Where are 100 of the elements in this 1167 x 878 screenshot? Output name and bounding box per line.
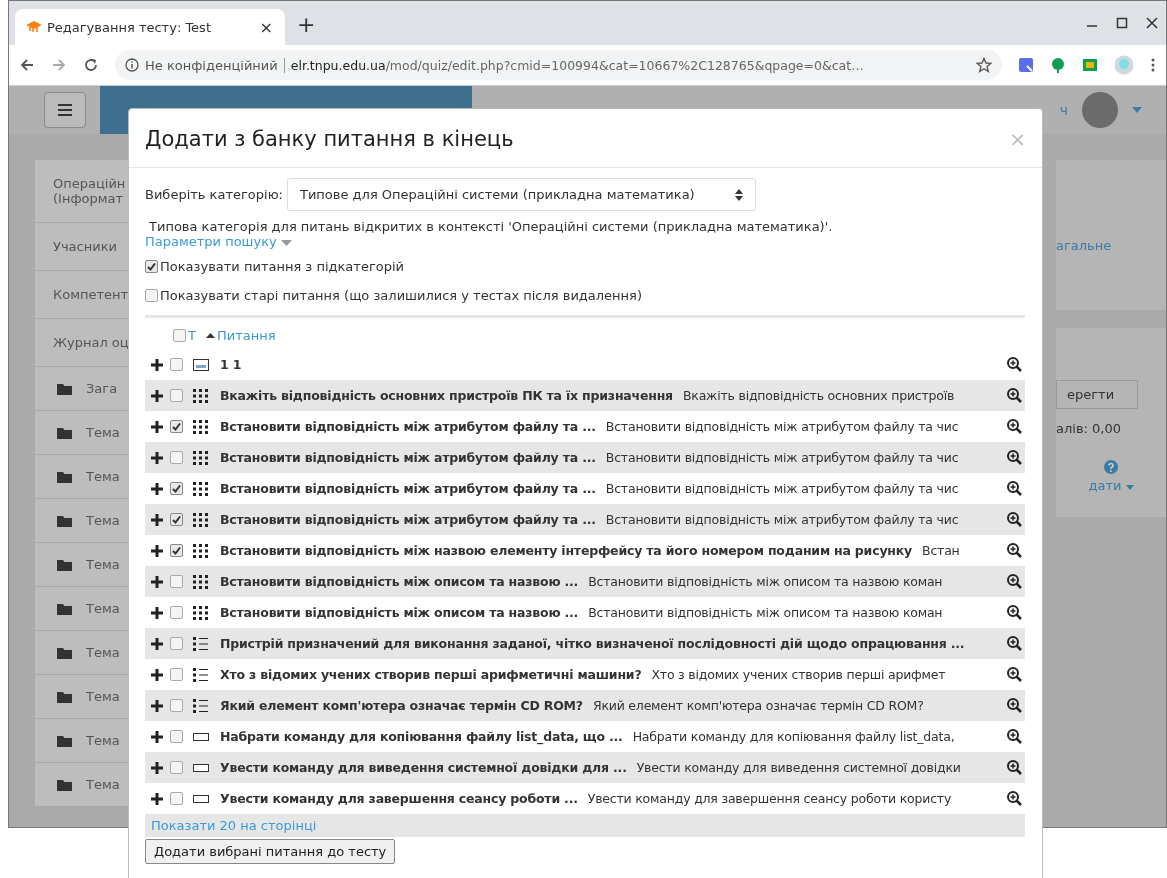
add-icon[interactable] (151, 668, 163, 681)
checkbox[interactable] (170, 699, 183, 712)
mortarboard-icon (27, 21, 41, 33)
question-row[interactable]: Встановити відповідність між атрибутом файлу та ... Встановити відповідність між атрибутом файлу та чис (145, 504, 1025, 535)
question-row[interactable]: Встановити відповідність між атрибутом файлу та ... Встановити відповідність між атрибутом файлу та чис (145, 473, 1025, 504)
checkbox[interactable] (170, 668, 183, 681)
checkbox[interactable] (170, 575, 183, 588)
question-row[interactable]: Встановити відповідність між назвою елементу інтерфейсу та його номером поданим на рисунку Встан (145, 535, 1025, 566)
zoom-in-icon[interactable] (1007, 481, 1022, 496)
text-field-icon (193, 794, 209, 803)
add-icon[interactable] (151, 637, 163, 650)
question-row[interactable]: Який елемент комп'ютера означає термін CD ROM? Який елемент комп'ютера означає термін CD ROM? (145, 690, 1025, 721)
zoom-in-icon[interactable] (1007, 419, 1022, 434)
folder-icon (57, 778, 72, 791)
zoom-in-icon[interactable] (1007, 450, 1022, 465)
zoom-in-icon[interactable] (1007, 543, 1022, 558)
question-row[interactable]: Встановити відповідність між атрибутом файлу та ... Встановити відповідність між атрибутом файлу та чис (145, 442, 1025, 473)
add-icon[interactable] (151, 358, 163, 371)
checkbox[interactable] (170, 451, 183, 464)
add-icon[interactable] (151, 451, 163, 464)
add-icon[interactable] (151, 513, 163, 526)
category-info: Типова категорія для питань відкритих в контексті 'Операційні системи (прикладна математика)'. (148, 218, 834, 234)
zoom-in-icon[interactable] (1007, 729, 1022, 744)
zoom-in-icon[interactable] (1007, 760, 1022, 775)
add-icon[interactable] (151, 575, 163, 588)
checkbox[interactable] (170, 792, 183, 805)
zoom-in-icon[interactable] (1007, 388, 1022, 403)
question-text: Набрати команду для копіювання файлу list_data, (632, 729, 955, 744)
help-icon[interactable] (1104, 460, 1118, 474)
maximize-icon[interactable] (1116, 17, 1128, 29)
add-icon[interactable] (151, 761, 163, 774)
image-icon (193, 358, 209, 371)
question-name: Увести команду для завершення сеансу роботи ... (220, 791, 578, 806)
select-all-checkbox[interactable] (173, 329, 186, 342)
zoom-in-icon[interactable] (1007, 605, 1022, 620)
dialog-title: Додати з банку питання в кінець (145, 127, 514, 151)
checkbox[interactable] (170, 544, 183, 557)
folder-icon (57, 602, 72, 615)
checkbox[interactable] (170, 420, 183, 433)
checkbox[interactable] (145, 259, 158, 273)
question-row[interactable]: Увести команду для завершення сеансу роботи ... Увести команду для завершення сеансу роботи користу (145, 783, 1025, 814)
address-bar[interactable]: Не конфіденційний elr.tnpu.edu.ua/mod/quiz/edit.php?cmid=100994&cat=10667%2C128765&qpage=0&cat… (115, 50, 1002, 80)
checkbox[interactable] (170, 637, 183, 650)
zoom-in-icon[interactable] (1007, 357, 1022, 372)
checkbox[interactable] (170, 358, 183, 371)
checkbox[interactable] (170, 761, 183, 774)
zoom-in-icon[interactable] (1007, 512, 1022, 527)
add-icon[interactable] (151, 730, 163, 743)
list-icon (193, 698, 209, 713)
question-row[interactable]: Встановити відповідність між атрибутом файлу та ... Встановити відповідність між атрибутом файлу та чис (145, 411, 1025, 442)
close-icon[interactable] (1146, 17, 1158, 29)
checkbox[interactable] (170, 513, 183, 526)
question-row[interactable]: Встановити відповідність між описом та назвою ... Встановити відповідність між описом та назвою коман (145, 597, 1025, 628)
add-icon[interactable] (151, 792, 163, 805)
slides-extension-icon[interactable] (1082, 57, 1098, 73)
add-icon[interactable] (151, 544, 163, 557)
new-tab-button[interactable]: + (285, 12, 328, 45)
close-tab-button[interactable]: × (259, 17, 273, 37)
question-row[interactable]: Встановити відповідність між описом та назвою ... Встановити відповідність між описом та назвою коман (145, 566, 1025, 597)
zoom-in-icon[interactable] (1007, 574, 1022, 589)
question-name: Встановити відповідність між описом та назвою ... (220, 574, 579, 589)
question-row[interactable]: Хто з відомих учених створив перші арифметичні машини? Хто з відомих учених створив перші арифмет (145, 659, 1025, 690)
checkbox[interactable] (145, 288, 158, 302)
checkbox[interactable] (170, 389, 183, 402)
question-row[interactable]: Пристрій призначений для виконання заданої, чітко визначеної послідовності дій щодо опрацювання ... (145, 628, 1025, 659)
checkbox[interactable] (170, 730, 183, 743)
info-icon (125, 58, 139, 72)
add-icon[interactable] (151, 482, 163, 495)
save-button[interactable]: ерегти (1056, 380, 1138, 409)
browser-tab[interactable]: Редагування тесту: Test × (15, 9, 285, 45)
star-icon[interactable] (976, 57, 992, 73)
question-row[interactable]: Вкажіть відповідність основних пристроїв ПК та їх призначення Вкажіть відповідність основних пристроїв (145, 380, 1025, 411)
more-icon[interactable] (1150, 57, 1156, 73)
question-text: Вкажіть відповідність основних пристроїв (682, 388, 955, 403)
question-row[interactable]: 1 1 (145, 349, 1025, 380)
question-row[interactable]: Увести команду для виведення системної довідки для ... Увести команду для виведення системної довідки (145, 752, 1025, 783)
zoom-in-icon[interactable] (1007, 791, 1022, 806)
matching-icon (193, 512, 209, 527)
question-name: Встановити відповідність між описом та назвою ... (220, 605, 579, 620)
add-selected-button[interactable]: Додати вибрані питання до тесту (145, 839, 396, 864)
back-icon[interactable] (19, 57, 35, 73)
caret-icon (280, 240, 292, 246)
add-icon[interactable] (151, 420, 163, 433)
add-icon[interactable] (151, 389, 163, 402)
checkbox[interactable] (170, 482, 183, 495)
menu-button[interactable] (44, 92, 86, 128)
question-text: Встановити відповідність між атрибутом файлу та чис (605, 512, 959, 527)
zoom-in-icon[interactable] (1007, 667, 1022, 682)
max-grade-text: алів: 0,00 (1056, 421, 1122, 436)
question-text: Встановити відповідність між описом та назвою коман (588, 605, 943, 620)
zoom-in-icon[interactable] (1007, 698, 1022, 713)
category-select[interactable]: Типове для Операційні системи (прикладна математика) (287, 178, 756, 211)
question-row[interactable]: Набрати команду для копіювання файлу list_data, що ... Набрати команду для копіювання файлу list_data, (145, 721, 1025, 752)
question-name: Встановити відповідність між атрибутом файлу та ... (220, 481, 596, 496)
reload-icon[interactable] (83, 57, 99, 73)
add-icon[interactable] (151, 606, 163, 619)
zoom-in-icon[interactable] (1007, 636, 1022, 651)
add-icon[interactable] (151, 699, 163, 712)
question-name: Хто з відомих учених створив перші арифметичні машини? (220, 667, 642, 682)
checkbox[interactable] (170, 606, 183, 619)
